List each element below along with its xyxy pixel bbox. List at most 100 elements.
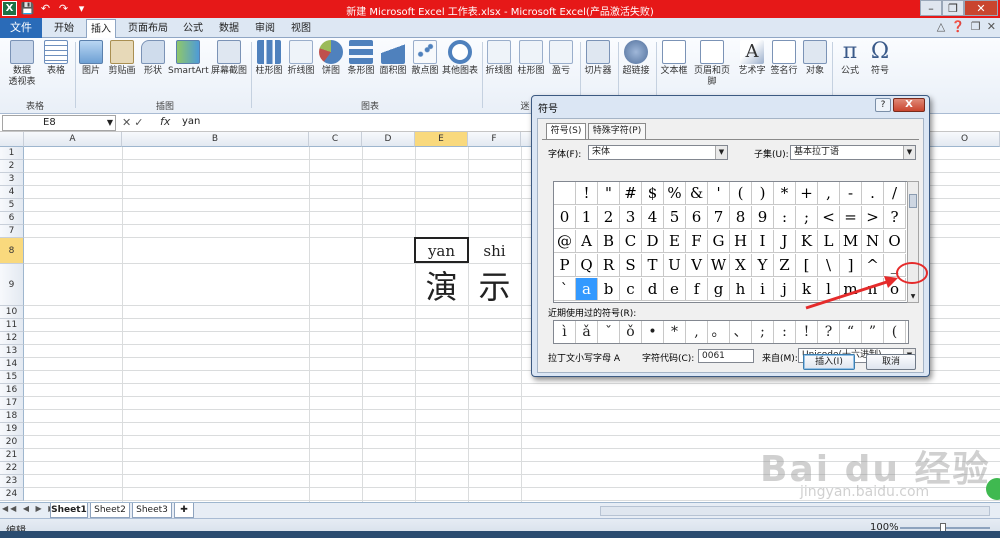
row-header[interactable]: 24 — [0, 488, 24, 501]
font-select[interactable]: 宋体 ▼ — [588, 145, 728, 160]
recent-symbol-cell[interactable]: ! — [796, 321, 818, 343]
cell-f9[interactable]: 示 — [468, 266, 521, 308]
symbol-cell[interactable]: W — [708, 254, 730, 277]
recent-symbol-cell[interactable]: ì — [554, 321, 576, 343]
symbol-cell[interactable]: l — [818, 278, 840, 301]
tab-symbols[interactable]: 符号(S) — [546, 123, 586, 140]
symbol-cell[interactable]: ' — [708, 182, 730, 205]
row-header[interactable]: 13 — [0, 345, 24, 358]
symbol-cell[interactable]: k — [796, 278, 818, 301]
symbol-cell[interactable]: e — [664, 278, 686, 301]
row-header[interactable]: 18 — [0, 410, 24, 423]
cell-e9[interactable]: 演 — [415, 266, 468, 308]
symbol-cell[interactable]: g — [708, 278, 730, 301]
row-header[interactable]: 23 — [0, 475, 24, 488]
column-header-d[interactable]: D — [362, 132, 415, 147]
symbol-cell[interactable]: - — [840, 182, 862, 205]
symbol-cell[interactable]: B — [598, 230, 620, 253]
formula-input[interactable]: yan — [182, 116, 200, 127]
signature-button[interactable]: 签名行 — [768, 40, 800, 77]
smartart-button[interactable]: SmartArt — [168, 40, 209, 77]
cell-e8[interactable]: yan — [415, 242, 468, 260]
symbol-cell[interactable]: U — [664, 254, 686, 277]
symbol-cell[interactable]: O — [884, 230, 906, 253]
row-header[interactable]: 10 — [0, 306, 24, 319]
symbol-cell[interactable]: a — [576, 278, 598, 301]
recent-symbol-cell[interactable]: * — [664, 321, 686, 343]
row-header[interactable]: 15 — [0, 371, 24, 384]
column-header-b[interactable]: B — [122, 132, 309, 147]
select-all-corner[interactable] — [0, 132, 24, 147]
symbol-cell[interactable]: [ — [796, 254, 818, 277]
recent-symbol-cell[interactable]: ( — [884, 321, 906, 343]
bar-chart-button[interactable]: 条形图 — [346, 40, 376, 77]
symbol-cell[interactable]: J — [774, 230, 796, 253]
screenshot-button[interactable]: 屏幕截图 — [210, 40, 248, 77]
restore-icon[interactable]: ❐ — [942, 0, 964, 16]
symbol-cell[interactable]: ; — [796, 206, 818, 229]
symbol-cell[interactable]: 6 — [686, 206, 708, 229]
recent-symbol-cell[interactable]: ǒ — [620, 321, 642, 343]
row-header[interactable]: 17 — [0, 397, 24, 410]
recent-symbol-cell[interactable]: ? — [818, 321, 840, 343]
recent-symbol-cell[interactable]: ” — [862, 321, 884, 343]
recent-symbol-cell[interactable]: 。 — [708, 321, 730, 343]
tab-home[interactable]: 开始 — [46, 19, 82, 38]
line-chart-button[interactable]: 折线图 — [286, 40, 316, 77]
textbox-button[interactable]: 文本框 — [658, 40, 690, 77]
slicer-button[interactable]: 切片器 — [582, 40, 614, 77]
sparkline-column-button[interactable]: 柱形图 — [516, 40, 546, 77]
tab-formulas[interactable]: 公式 — [180, 19, 206, 38]
close-icon[interactable]: ✕ — [964, 0, 998, 16]
symbol-cell[interactable]: / — [884, 182, 906, 205]
symbol-cell[interactable]: & — [686, 182, 708, 205]
header-footer-button[interactable]: 页眉和页脚 — [690, 40, 734, 88]
help-icon[interactable]: ❓ — [951, 20, 965, 33]
area-chart-button[interactable]: 面积图 — [378, 40, 408, 77]
row-header[interactable]: 11 — [0, 319, 24, 332]
row-header[interactable]: 5 — [0, 199, 24, 212]
column-header-f[interactable]: F — [468, 132, 521, 147]
cancel-icon[interactable]: ✕ — [122, 116, 134, 129]
insert-button[interactable]: 插入(I) — [803, 354, 855, 370]
symbol-cell[interactable]: Y — [752, 254, 774, 277]
chevron-down-icon[interactable]: ▼ — [903, 146, 915, 159]
symbol-cell[interactable]: c — [620, 278, 642, 301]
insert-function-button[interactable]: fx — [160, 115, 170, 128]
symbol-grid[interactable]: ! " # $% & '() * +, -./ 0 1 2 3 4 5 6 7 8 9:; < = >? @ A B C D E F G H… — [553, 181, 909, 303]
sparkline-line-button[interactable]: 折线图 — [484, 40, 514, 77]
enter-icon[interactable]: ✓ — [134, 116, 146, 129]
row-header[interactable]: 19 — [0, 423, 24, 436]
row-header[interactable]: 12 — [0, 332, 24, 345]
equation-button[interactable]: π 公式 — [836, 40, 864, 77]
symbol-cell[interactable]: 7 — [708, 206, 730, 229]
row-header[interactable]: 21 — [0, 449, 24, 462]
pie-chart-button[interactable]: 饼图 — [318, 40, 344, 77]
symbol-cell[interactable]: E — [664, 230, 686, 253]
recent-symbol-cell[interactable]: : — [774, 321, 796, 343]
picture-button[interactable]: 图片 — [78, 40, 104, 77]
row-header[interactable]: 20 — [0, 436, 24, 449]
name-box[interactable]: E8 ▼ — [2, 115, 116, 131]
symbol-cell[interactable]: H — [730, 230, 752, 253]
symbol-cell[interactable]: M — [840, 230, 862, 253]
symbol-cell[interactable]: K — [796, 230, 818, 253]
scroll-down-icon[interactable]: ▼ — [908, 291, 918, 302]
symbol-cell[interactable]: + — [796, 182, 818, 205]
tab-page-layout[interactable]: 页面布局 — [124, 19, 172, 38]
recent-symbol-cell[interactable]: ; — [752, 321, 774, 343]
clipart-button[interactable]: 剪贴画 — [106, 40, 138, 77]
cancel-button[interactable]: 取消 — [866, 354, 916, 370]
minimize-ribbon-icon[interactable]: △ — [937, 20, 945, 33]
subset-select[interactable]: 基本拉丁语 ▼ — [790, 145, 916, 160]
close-icon[interactable]: ✕ — [987, 20, 996, 33]
symbol-cell[interactable]: 1 — [576, 206, 598, 229]
symbol-cell[interactable]: G — [708, 230, 730, 253]
symbol-cell[interactable]: S — [620, 254, 642, 277]
cell-f8[interactable]: shi — [468, 242, 521, 260]
recent-symbol-cell[interactable]: • — [642, 321, 664, 343]
row-header[interactable]: 9 — [0, 264, 24, 306]
symbol-cell[interactable]: h — [730, 278, 752, 301]
object-button[interactable]: 对象 — [802, 40, 828, 77]
symbol-cell[interactable]: # — [620, 182, 642, 205]
